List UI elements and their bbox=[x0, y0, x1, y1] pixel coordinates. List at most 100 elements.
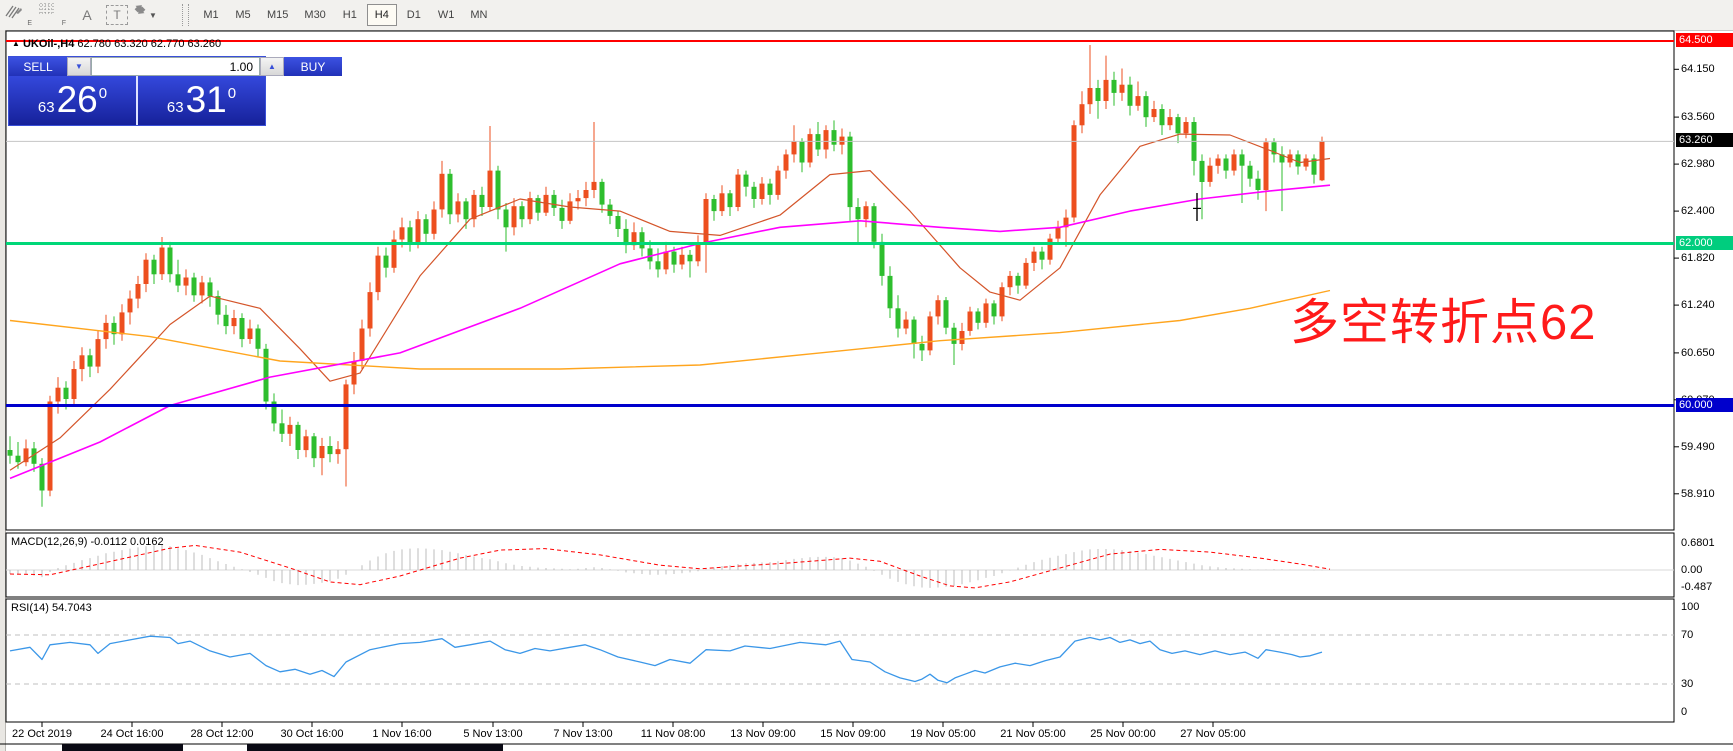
macd-axis-label: -0.487 bbox=[1681, 581, 1712, 593]
price-axis-badge: 63.260 bbox=[1676, 133, 1733, 147]
taskbar-fragment bbox=[247, 744, 503, 751]
candle-body bbox=[360, 329, 365, 361]
candle-body bbox=[840, 137, 845, 145]
candle-body bbox=[1184, 122, 1189, 133]
candle-body bbox=[56, 388, 61, 402]
volume-increase-button[interactable]: ▲ bbox=[260, 57, 284, 76]
sell-price-main: 26 bbox=[57, 82, 98, 118]
time-axis-label: 28 Oct 12:00 bbox=[191, 728, 254, 740]
macd-axis-label: 0.00 bbox=[1681, 564, 1702, 576]
candle-body bbox=[1160, 109, 1165, 125]
taskbar-fragment bbox=[62, 744, 183, 751]
candle-body bbox=[208, 282, 213, 296]
candle-body bbox=[1104, 80, 1109, 101]
candle-body bbox=[1016, 276, 1021, 286]
sell-button[interactable]: SELL bbox=[9, 57, 67, 76]
candle-body bbox=[408, 227, 413, 243]
price-axis-label: 62.400 bbox=[1681, 205, 1715, 217]
candle-body bbox=[232, 318, 237, 326]
candle-body bbox=[504, 210, 509, 228]
price-axis-label: 64.150 bbox=[1681, 63, 1715, 75]
price-axis-badge: 62.000 bbox=[1676, 236, 1733, 250]
candle-body bbox=[944, 300, 949, 328]
price-axis-label: 59.490 bbox=[1681, 441, 1715, 453]
price-axis-label: 58.910 bbox=[1681, 488, 1715, 500]
sell-price-tile[interactable]: 63 26 0 bbox=[9, 76, 136, 125]
candle-body bbox=[1120, 85, 1125, 93]
candle-body bbox=[784, 154, 789, 170]
time-axis-label: 1 Nov 16:00 bbox=[372, 728, 431, 740]
candle-body bbox=[1232, 154, 1237, 170]
candle-body bbox=[968, 312, 973, 331]
candle-body bbox=[1216, 159, 1221, 166]
candle-body bbox=[72, 369, 77, 399]
candle-body bbox=[992, 303, 997, 316]
candle-body bbox=[1168, 117, 1173, 125]
collapse-triangle-icon[interactable]: ▲ bbox=[12, 39, 20, 48]
macd-label: MACD(12,26,9) -0.0112 0.0162 bbox=[11, 536, 164, 548]
candle-body bbox=[496, 171, 501, 210]
candle-body bbox=[472, 195, 477, 219]
candle-body bbox=[792, 141, 797, 154]
time-axis-label: 7 Nov 13:00 bbox=[553, 728, 612, 740]
candle-body bbox=[1096, 88, 1101, 101]
candle-body bbox=[640, 232, 645, 248]
candle-body bbox=[888, 276, 893, 308]
candle-body bbox=[160, 248, 165, 275]
candle-body bbox=[832, 130, 837, 145]
candle-body bbox=[256, 329, 261, 349]
price-axis-label: 63.560 bbox=[1681, 111, 1715, 123]
chart-annotation-text: 多空转折点62 bbox=[1290, 283, 1597, 354]
buy-price-prefix: 63 bbox=[167, 99, 184, 116]
candle-body bbox=[192, 278, 197, 296]
candle-body bbox=[1176, 117, 1181, 133]
candle-body bbox=[688, 255, 693, 261]
candle-body bbox=[536, 198, 541, 213]
candle-body bbox=[176, 274, 181, 285]
candle-body bbox=[264, 349, 269, 402]
candle-body bbox=[560, 208, 565, 221]
buy-button[interactable]: BUY bbox=[284, 57, 342, 76]
candle-body bbox=[480, 195, 485, 207]
candle-body bbox=[1048, 239, 1053, 260]
candle-body bbox=[120, 312, 125, 334]
time-axis-label: 11 Nov 08:00 bbox=[641, 728, 706, 740]
candle-body bbox=[456, 201, 461, 214]
candle-body bbox=[144, 260, 149, 284]
candle-body bbox=[744, 175, 749, 187]
candle-body bbox=[1080, 104, 1085, 125]
price-axis-label: 60.650 bbox=[1681, 347, 1715, 359]
time-axis-label: 13 Nov 09:00 bbox=[730, 728, 795, 740]
symbol-ohlc-readout[interactable]: ▲ UKOil-,H4 62.780 63.320 62.770 63.260 bbox=[12, 38, 221, 50]
candle-body bbox=[1144, 96, 1149, 117]
candle-body bbox=[88, 355, 93, 366]
candle-body bbox=[960, 331, 965, 344]
candle-body bbox=[928, 316, 933, 350]
candle-body bbox=[976, 312, 981, 323]
volume-input[interactable] bbox=[91, 57, 260, 76]
rsi-axis-label: 30 bbox=[1681, 678, 1693, 690]
time-axis-label: 15 Nov 09:00 bbox=[820, 728, 885, 740]
candle-body bbox=[616, 216, 621, 229]
volume-decrease-button[interactable]: ▼ bbox=[67, 57, 91, 76]
sell-price-prefix: 63 bbox=[38, 99, 55, 116]
candle-body bbox=[1248, 166, 1253, 179]
candle-body bbox=[808, 134, 813, 162]
candle-body bbox=[720, 193, 725, 211]
buy-price-tile[interactable]: 63 31 0 bbox=[138, 76, 265, 125]
candle-body bbox=[896, 308, 901, 328]
candle-body bbox=[1224, 159, 1229, 171]
candle-body bbox=[768, 184, 773, 195]
rsi-axis-label: 0 bbox=[1681, 706, 1687, 718]
candle-body bbox=[568, 201, 573, 220]
candle-body bbox=[1240, 154, 1245, 165]
candle-body bbox=[664, 252, 669, 270]
candle-body bbox=[512, 206, 517, 227]
candle-body bbox=[712, 199, 717, 211]
candle-body bbox=[320, 446, 325, 458]
candle-body bbox=[384, 256, 389, 268]
candle-body bbox=[400, 227, 405, 239]
panel-frame-1 bbox=[6, 533, 1674, 597]
candle-body bbox=[552, 195, 557, 208]
candle-body bbox=[1320, 141, 1325, 180]
